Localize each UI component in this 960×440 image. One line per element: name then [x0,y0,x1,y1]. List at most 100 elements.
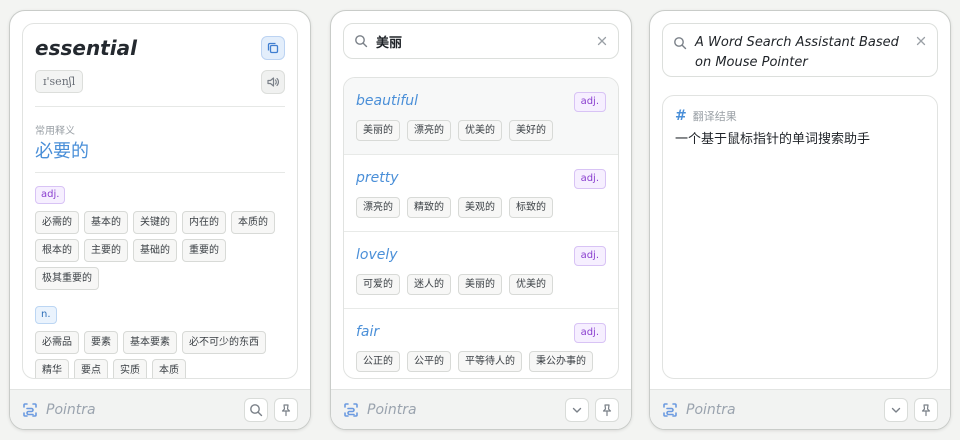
phonetic: ɪ'senʃl [35,70,84,93]
meaning-tag[interactable]: 基本的 [84,211,128,234]
meaning-tag[interactable]: 精华 [35,359,69,378]
expand-button[interactable] [565,397,589,422]
brand-name: Pointra [46,401,96,418]
result-tags: 可爱的 迷人的 美丽的 优美的 [356,274,553,295]
list-item[interactable]: pretty adj. 漂亮的 精致的 美观的 标致的 [344,155,618,232]
meaning-tag: 美好的 [509,120,553,141]
search-button[interactable] [244,397,268,422]
result-label: # 翻译结果 [675,108,737,124]
meaning-tag: 漂亮的 [356,197,400,218]
meaning-tag[interactable]: 关键的 [133,211,177,234]
pos-badge-adj: adj. [573,92,606,112]
meaning-tag[interactable]: 重要的 [182,239,226,262]
word-card: essential ɪ'senʃl 常用释义 必要的 adj. 必需的 基本的 … [22,23,298,379]
close-icon[interactable] [915,35,927,47]
meaning-tag[interactable]: 必需的 [35,211,79,234]
meaning-tag[interactable]: 要点 [74,359,108,378]
section-label: 常用释义 [35,126,75,137]
chevron-down-icon [889,403,903,417]
result-tags: 漂亮的 精致的 美观的 标致的 [356,197,553,218]
footer-actions [884,397,938,422]
result-tags: 美丽的 漂亮的 优美的 美好的 [356,120,553,141]
pin-button[interactable] [274,397,298,422]
pos-badge-adj: adj. [573,323,606,343]
meaning-tag: 美丽的 [356,120,400,141]
list-item[interactable]: beautiful adj. 美丽的 漂亮的 优美的 美好的 [344,78,618,155]
brand: Pointra [343,402,417,418]
result-label-text: 翻译结果 [692,110,737,123]
meaning-tag[interactable]: 必不可少的东西 [182,331,266,354]
pin-icon [919,403,933,417]
search-icon [673,36,687,50]
result-word: pretty [356,170,399,186]
result-tags: 公正的 公平的 平等待人的 秉公办事的 [356,351,593,372]
result-word: fair [356,324,380,340]
meaning-tag: 优美的 [458,120,502,141]
footer-actions [244,397,298,422]
search-box[interactable]: A Word Search Assistant Based on Mouse P… [662,23,938,77]
search-icon [249,403,263,417]
search-box[interactable]: 美丽 [343,23,619,59]
result-word: beautiful [356,93,419,109]
meaning-tag: 迷人的 [407,274,451,295]
primary-meaning: 必要的 [35,141,89,162]
meaning-tag[interactable]: 内在的 [182,211,226,234]
panel-body: 美丽 beautiful adj. 美丽的 漂亮的 优美的 美好的 pretty… [331,11,631,389]
pin-button[interactable] [914,397,938,422]
panel-body: A Word Search Assistant Based on Mouse P… [650,11,950,389]
brand-name: Pointra [686,401,736,418]
meaning-tag: 公正的 [356,351,400,372]
search-input[interactable]: 美丽 [376,32,402,51]
translation-result: # 翻译结果 一个基于鼠标指针的单词搜索助手 [662,95,938,379]
pos-badge-n: n. [35,306,57,324]
meaning-tag[interactable]: 本质 [152,359,186,378]
meaning-tag: 可爱的 [356,274,400,295]
meaning-tag[interactable]: 基本要素 [123,331,177,354]
meaning-tag[interactable]: 必需品 [35,331,79,354]
close-icon[interactable] [596,35,608,47]
pos-badge-adj: adj. [573,169,606,189]
meaning-tag[interactable]: 本质的 [231,211,275,234]
brand: Pointra [662,402,736,418]
panel-body: essential ɪ'senʃl 常用释义 必要的 adj. 必需的 基本的 … [10,11,310,389]
pos-block-n: n. 必需品 要素 基本要素 必不可少的东西 精华 要点 实质 本质 [35,302,289,378]
divider [35,172,285,173]
meaning-tag[interactable]: 极其重要的 [35,267,99,290]
pos-badge-adj: adj. [35,186,66,204]
meaning-tag: 公平的 [407,351,451,372]
result-word: lovely [356,247,398,263]
pin-button[interactable] [595,397,619,422]
meaning-tag[interactable]: 主要的 [84,239,128,262]
meaning-tag: 漂亮的 [407,120,451,141]
speaker-icon [267,77,279,87]
meaning-tag: 美观的 [458,197,502,218]
meaning-tag: 美丽的 [458,274,502,295]
pin-icon [600,403,614,417]
pointra-logo-icon [662,402,678,418]
panel-footer: Pointra [650,389,950,429]
meaning-tag[interactable]: 要素 [84,331,118,354]
list-item[interactable]: lovely adj. 可爱的 迷人的 美丽的 优美的 [344,232,618,309]
hash-icon: # [675,108,687,124]
expand-button[interactable] [884,397,908,422]
pronounce-button[interactable] [261,70,285,94]
divider [35,106,285,107]
footer-actions [565,397,619,422]
copy-button[interactable] [261,36,285,60]
panel-footer: Pointra [331,389,631,429]
pointra-logo-icon [343,402,359,418]
list-item[interactable]: fair adj. 公正的 公平的 平等待人的 秉公办事的 [344,309,618,378]
copy-icon [267,42,279,54]
translation-text: 一个基于鼠标指针的单词搜索助手 [675,132,871,147]
meaning-tag[interactable]: 实质 [113,359,147,378]
pin-icon [279,403,293,417]
search-input[interactable]: A Word Search Assistant Based on Mouse P… [695,33,905,73]
pos-badge-adj: adj. [573,246,606,266]
meaning-tag[interactable]: 基础的 [133,239,177,262]
meaning-tag: 优美的 [509,274,553,295]
n-tags: 必需品 要素 基本要素 必不可少的东西 精华 要点 实质 本质 [35,331,285,378]
brand-name: Pointra [367,401,417,418]
search-results-panel: 美丽 beautiful adj. 美丽的 漂亮的 优美的 美好的 pretty… [330,10,632,430]
chevron-down-icon [570,403,584,417]
meaning-tag[interactable]: 根本的 [35,239,79,262]
